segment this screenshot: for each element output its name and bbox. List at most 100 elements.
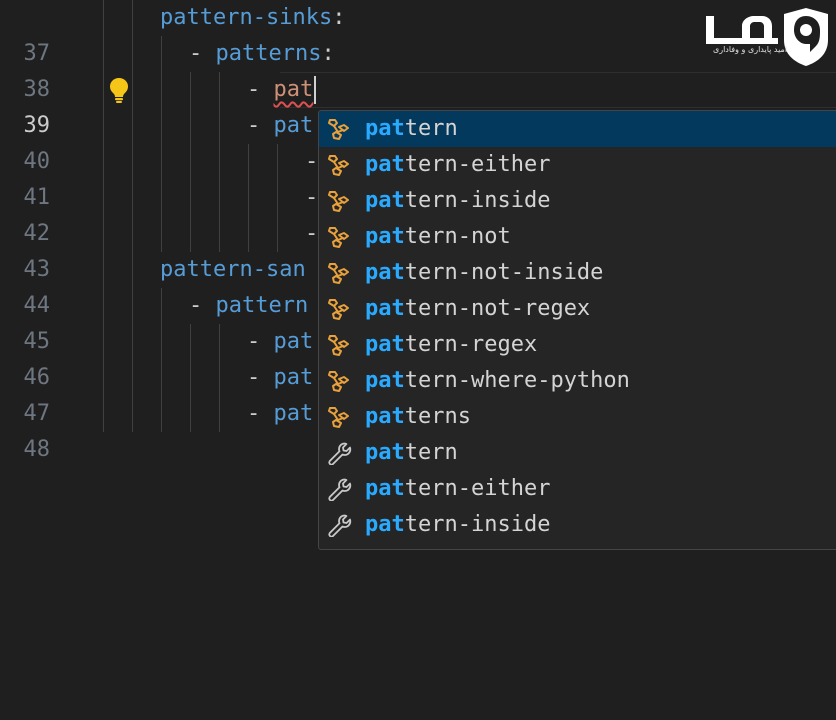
suggestion-rest: tern-either <box>404 476 551 501</box>
indent-guide <box>132 288 133 324</box>
indent-guide <box>161 360 162 396</box>
suggestion-item[interactable]: patterns <box>319 399 836 435</box>
suggestion-label: pattern-not-regex <box>365 291 590 327</box>
indent-guide <box>103 144 104 180</box>
indent-guide <box>190 396 191 432</box>
indent-guide <box>103 288 104 324</box>
indent-guide <box>132 252 133 288</box>
indent-guide <box>161 288 162 324</box>
match-highlight: pat <box>365 440 405 465</box>
suggestion-item[interactable]: pattern-inside <box>319 183 836 219</box>
yaml-key: patterns <box>215 41 322 66</box>
indent-guide <box>248 144 249 180</box>
snippet-icon <box>326 333 352 357</box>
match-highlight: pat <box>365 296 405 321</box>
indent-guide <box>277 144 278 180</box>
indent-guide <box>219 144 220 180</box>
yaml-key: pat <box>273 113 314 138</box>
indent-guide <box>161 108 162 144</box>
indent-guide <box>132 324 133 360</box>
list-dash: - <box>247 77 274 102</box>
suggestion-item[interactable]: pattern-either <box>319 471 836 507</box>
indent-guide <box>161 396 162 432</box>
match-highlight: pat <box>365 188 405 213</box>
indent-guide <box>190 360 191 396</box>
indent-guide <box>161 36 162 72</box>
suggestion-item[interactable]: pattern-regex <box>319 327 836 363</box>
list-dash: - <box>305 221 319 246</box>
suggestion-label: pattern-where-python <box>365 363 630 399</box>
list-dash: - <box>247 401 274 426</box>
suggestion-item[interactable]: pattern <box>319 435 836 471</box>
autocomplete-suggest-widget[interactable]: pattern pattern-either pattern-inside patte… <box>318 110 836 550</box>
indent-guide <box>219 396 220 432</box>
snippet-icon <box>326 225 352 249</box>
snippet-icon <box>326 153 352 177</box>
list-dash: - <box>189 41 216 66</box>
indent-guide <box>132 360 133 396</box>
suggestion-item[interactable]: pattern-not-inside <box>319 255 836 291</box>
suggestion-label: pattern-either <box>365 147 550 183</box>
suggestion-rest: tern-either <box>404 152 551 177</box>
property-wrench-icon <box>326 441 352 466</box>
indent-guide <box>103 108 104 144</box>
list-dash: - <box>189 293 216 318</box>
list-dash: - <box>247 329 274 354</box>
suggestion-item[interactable]: pattern-not <box>319 219 836 255</box>
indent-guide <box>219 72 220 108</box>
indent-guide <box>190 216 191 252</box>
yaml-key: pat <box>273 329 314 354</box>
suggestion-rest: tern-not <box>404 224 511 249</box>
indent-guide <box>190 180 191 216</box>
brand-logo <box>706 8 828 66</box>
suggestion-item[interactable]: pattern <box>319 111 836 147</box>
list-dash: - <box>247 365 274 390</box>
yaml-key: pattern-sinks <box>160 5 333 30</box>
yaml-key: pattern-san <box>160 257 306 282</box>
indent-guide <box>248 216 249 252</box>
suggestion-label: pattern-either <box>365 471 550 507</box>
text-cursor <box>314 76 317 104</box>
logo-tagline: امید پایداری و وفاداری <box>712 45 788 54</box>
line-number: 48 <box>23 437 51 462</box>
match-highlight: pat <box>365 260 405 285</box>
indent-guide <box>103 72 104 108</box>
indent-guide <box>277 180 278 216</box>
colon: : <box>321 41 335 66</box>
match-highlight: pat <box>365 476 405 501</box>
lightbulb-icon[interactable] <box>107 76 131 104</box>
indent-guide <box>219 108 220 144</box>
indent-guide <box>103 216 104 252</box>
colon: : <box>332 5 346 30</box>
list-dash: - <box>305 185 319 210</box>
indent-guide <box>103 0 104 36</box>
indent-guide <box>132 180 133 216</box>
suggestion-item[interactable]: pattern-either <box>319 147 836 183</box>
indent-guide <box>190 144 191 180</box>
list-dash: - <box>305 149 319 174</box>
suggestion-item[interactable]: pattern-not-regex <box>319 291 836 327</box>
indent-guide <box>103 180 104 216</box>
suggestion-label: patterns <box>365 399 471 435</box>
suggestion-label: pattern <box>365 111 458 147</box>
indent-guide <box>277 216 278 252</box>
suggestion-label: pattern-inside <box>365 183 550 219</box>
match-highlight: pat <box>365 332 405 357</box>
suggestion-rest: tern-where-python <box>404 368 630 393</box>
suggestion-item[interactable]: pattern-where-python <box>319 363 836 399</box>
suggestion-rest: tern <box>404 116 458 141</box>
match-highlight: pat <box>365 404 405 429</box>
snippet-icon <box>326 297 352 321</box>
suggestion-rest: tern-not-regex <box>404 296 591 321</box>
suggestion-rest: tern-not-inside <box>404 260 604 285</box>
indent-guide <box>103 396 104 432</box>
indent-guide <box>161 216 162 252</box>
suggestion-label: pattern-not-inside <box>365 255 603 291</box>
property-wrench-icon <box>326 477 352 502</box>
indent-guide <box>132 144 133 180</box>
indent-guide <box>161 180 162 216</box>
yaml-key: pat <box>273 401 314 426</box>
indent-guide <box>103 36 104 72</box>
match-highlight: pat <box>365 152 405 177</box>
suggestion-item[interactable]: pattern-inside <box>319 507 836 543</box>
